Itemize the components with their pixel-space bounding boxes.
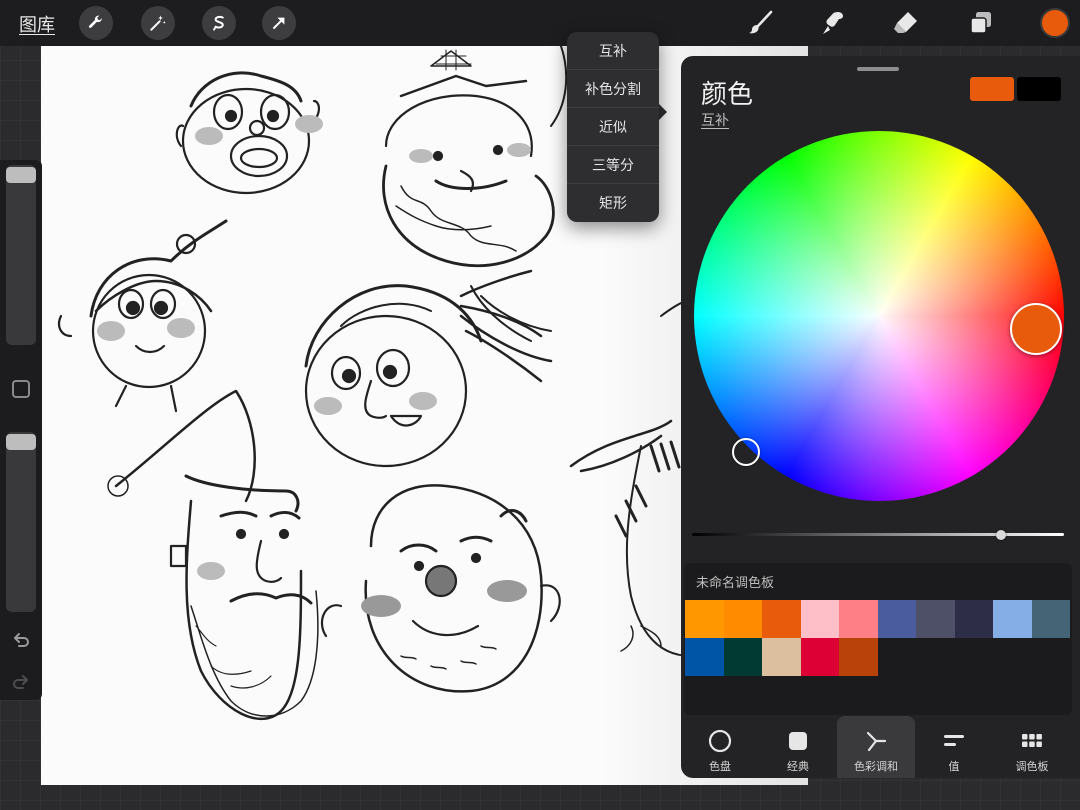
undo-icon[interactable] — [11, 630, 31, 650]
palette-swatch[interactable] — [762, 638, 801, 676]
wrench-icon[interactable] — [79, 6, 113, 40]
selection-icon[interactable] — [202, 6, 236, 40]
palette-swatch[interactable] — [954, 600, 993, 638]
palette-swatch[interactable] — [839, 638, 878, 676]
harmony-icon — [866, 731, 887, 752]
tab-palettes[interactable]: 调色板 — [993, 716, 1071, 778]
primary-color-swatch[interactable] — [970, 77, 1014, 101]
tab-harmony[interactable]: 色彩调和 — [837, 716, 915, 778]
tab-label: 色盘 — [709, 760, 731, 773]
transform-arrow-icon[interactable] — [262, 6, 296, 40]
brightness-slider[interactable] — [692, 533, 1064, 536]
eraser-icon[interactable] — [889, 7, 921, 39]
current-color-button[interactable] — [1040, 8, 1070, 38]
palette-swatch[interactable] — [723, 638, 762, 676]
palette-card: 未命名调色板 — [684, 563, 1072, 715]
harmony-color-wheel[interactable] — [694, 131, 1064, 501]
menu-item-complementary[interactable]: 互补 — [567, 32, 659, 70]
palette-swatch[interactable] — [685, 600, 724, 638]
secondary-color-swatch[interactable] — [1017, 77, 1061, 101]
palette-swatch[interactable] — [916, 600, 955, 638]
palette-swatch[interactable] — [839, 600, 878, 638]
opacity-slider[interactable] — [6, 432, 36, 612]
gallery-link[interactable]: 图库 — [19, 11, 55, 37]
brush-size-thumb[interactable] — [6, 167, 36, 183]
palette-name: 未命名调色板 — [696, 576, 775, 591]
color-panel: 颜色 互补 未命名调色板 色盘 经典 色彩调和 值 调色板 — [681, 56, 1080, 778]
palette-swatch[interactable] — [877, 600, 916, 638]
menu-item-triadic[interactable]: 三等分 — [567, 146, 659, 184]
harmony-mode-menu: 互补 补色分割 近似 三等分 矩形 — [567, 32, 659, 222]
menu-item-analogous[interactable]: 近似 — [567, 108, 659, 146]
primary-color-handle[interactable] — [1010, 303, 1062, 355]
menu-item-split-complementary[interactable]: 补色分割 — [567, 70, 659, 108]
tab-disc[interactable]: 色盘 — [681, 716, 759, 778]
disc-icon — [708, 729, 732, 753]
menu-item-tetradic[interactable]: 矩形 — [567, 184, 659, 222]
sliders-icon — [944, 735, 964, 746]
brush-icon[interactable] — [744, 7, 776, 39]
grid-icon — [1022, 734, 1042, 747]
palette-swatch[interactable] — [723, 600, 762, 638]
panel-grabber[interactable] — [857, 67, 899, 71]
color-mode-tabbar: 色盘 经典 色彩调和 值 调色板 — [681, 716, 1080, 778]
palette-swatch[interactable] — [685, 638, 724, 676]
tab-label: 经典 — [787, 760, 809, 773]
opacity-thumb[interactable] — [6, 434, 36, 450]
palette-swatch[interactable] — [800, 638, 839, 676]
palette-swatch[interactable] — [800, 600, 839, 638]
tab-value[interactable]: 值 — [915, 716, 993, 778]
square-icon — [789, 732, 807, 750]
tab-label: 调色板 — [1015, 760, 1049, 773]
palette-swatch[interactable] — [762, 600, 801, 638]
brightness-thumb[interactable] — [995, 530, 1006, 540]
brush-size-slider[interactable] — [6, 165, 36, 345]
palette-swatch[interactable] — [1031, 600, 1070, 638]
complementary-color-handle[interactable] — [732, 438, 760, 466]
palette-swatch[interactable] — [993, 600, 1032, 638]
tab-label: 色彩调和 — [854, 760, 898, 773]
panel-title: 颜色 — [701, 80, 754, 110]
tab-classic[interactable]: 经典 — [759, 716, 837, 778]
tab-label: 值 — [948, 760, 960, 773]
magic-wand-icon[interactable] — [141, 6, 175, 40]
harmony-mode-selector[interactable]: 互补 — [701, 110, 729, 130]
palette-swatch-grid — [685, 600, 1070, 676]
smudge-icon[interactable] — [817, 7, 849, 39]
modify-square-icon[interactable] — [12, 380, 30, 398]
top-toolbar: 图库 — [0, 0, 1080, 46]
layers-icon[interactable] — [965, 7, 997, 39]
redo-icon[interactable] — [11, 672, 31, 692]
left-sidebar — [0, 160, 42, 700]
